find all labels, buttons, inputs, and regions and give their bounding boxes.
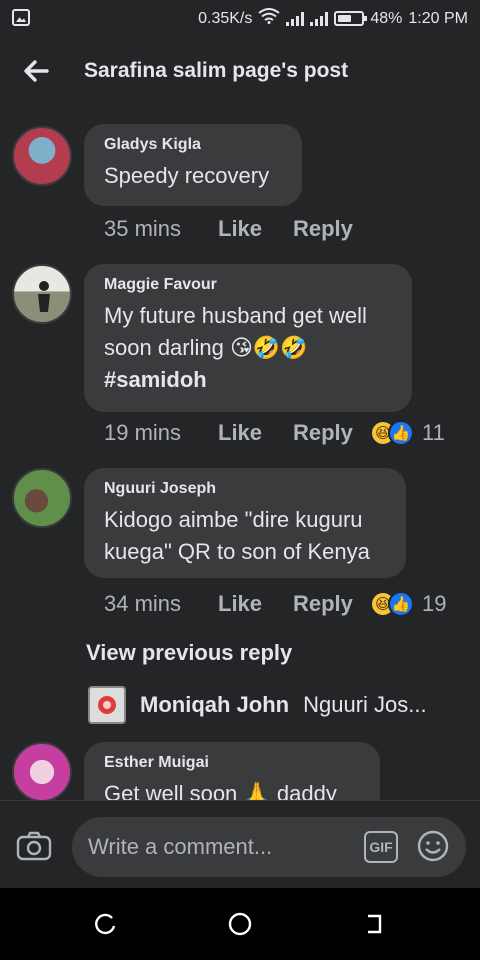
avatar[interactable] <box>12 264 72 324</box>
hashtag-link[interactable]: #samidoh <box>104 364 392 396</box>
back-button[interactable] <box>0 36 72 106</box>
view-previous-reply-link[interactable]: View previous reply <box>86 640 292 666</box>
comment-author[interactable]: Maggie Favour <box>104 276 392 294</box>
recent-apps-icon[interactable] <box>92 910 120 938</box>
flower-icon <box>98 696 116 714</box>
like-button[interactable]: Like <box>218 420 293 446</box>
wifi-icon <box>258 8 280 29</box>
person-silhouette-icon <box>38 281 50 312</box>
like-react-icon: 👍 <box>388 591 414 617</box>
status-bar: 0.35K/s 48% 1:20 PM <box>0 0 480 36</box>
comment-input[interactable]: Write a comment... GIF <box>72 817 466 877</box>
comment-time[interactable]: 19 mins <box>104 420 218 446</box>
comment-author[interactable]: Gladys Kigla <box>104 136 282 154</box>
reply-button[interactable]: Reply <box>293 591 353 617</box>
comment-bubble[interactable]: Nguuri Joseph Kidogo aimbe "dire kuguru … <box>84 468 406 578</box>
comment-text: My future husband get well soon darling … <box>104 303 367 360</box>
comment-author[interactable]: Nguuri Joseph <box>104 480 386 498</box>
gallery-icon <box>12 9 30 26</box>
battery-level: 48% <box>370 9 403 27</box>
reactions-summary[interactable]: 😆 👍 11 <box>370 420 445 446</box>
comment-actions: 19 mins Like Reply <box>104 420 353 446</box>
comment-text: Get well soon 🙏 daddy <box>104 781 337 800</box>
avatar[interactable] <box>12 126 72 186</box>
back-nav-icon[interactable] <box>360 910 388 938</box>
home-icon[interactable] <box>226 910 254 938</box>
clock: 1:20 PM <box>408 9 468 27</box>
like-button[interactable]: Like <box>218 591 293 617</box>
comment-author[interactable]: Esther Muigai <box>104 754 360 772</box>
battery-icon <box>334 11 368 26</box>
comment-composer: Write a comment... GIF <box>0 800 480 888</box>
reply-author: Moniqah John <box>140 692 290 717</box>
comment-placeholder: Write a comment... <box>88 834 273 859</box>
like-button[interactable]: Like <box>218 216 293 242</box>
like-react-icon: 👍 <box>388 420 414 446</box>
reply-avatar <box>88 686 126 724</box>
avatar[interactable] <box>12 468 72 528</box>
avatar[interactable] <box>12 742 72 800</box>
comment-text: Kidogo aimbe "dire kuguru kuega" QR to s… <box>104 507 370 564</box>
network-speed: 0.35K/s <box>198 9 253 27</box>
comment-text: Speedy recovery <box>104 163 270 188</box>
comment-bubble[interactable]: Maggie Favour My future husband get well… <box>84 264 412 412</box>
reply-button[interactable]: Reply <box>293 216 353 242</box>
page-title: Sarafina salim page's post <box>84 59 349 82</box>
status-right: 0.35K/s 48% 1:20 PM <box>198 8 468 29</box>
comment-bubble[interactable]: Gladys Kigla Speedy recovery <box>84 124 302 206</box>
emoji-icon[interactable] <box>416 829 450 863</box>
comment-bubble[interactable]: Esther Muigai Get well soon 🙏 daddy <box>84 742 380 800</box>
reactions-summary[interactable]: 😆 👍 19 <box>370 591 446 617</box>
gif-button[interactable]: GIF <box>364 831 398 863</box>
reaction-count: 19 <box>422 591 447 616</box>
reaction-count: 11 <box>422 420 445 445</box>
signal-icon <box>286 11 305 26</box>
camera-icon[interactable] <box>16 831 52 861</box>
comment-time[interactable]: 35 mins <box>104 216 218 242</box>
system-nav-bar <box>0 888 480 960</box>
comment-actions: 34 mins Like Reply <box>104 591 353 617</box>
reply-snippet: Nguuri Jos... <box>303 692 427 717</box>
comment-actions: 35 mins Like Reply <box>104 216 353 242</box>
reply-preview[interactable]: Moniqah John Nguuri Jos... <box>88 686 427 724</box>
signal-2-icon <box>310 11 329 26</box>
comments-feed[interactable]: Gladys Kigla Speedy recovery 35 mins Lik… <box>0 106 480 800</box>
header: Sarafina salim page's post <box>0 36 480 106</box>
comment-time[interactable]: 34 mins <box>104 591 218 617</box>
back-arrow-icon <box>24 60 49 82</box>
reply-button[interactable]: Reply <box>293 420 353 446</box>
